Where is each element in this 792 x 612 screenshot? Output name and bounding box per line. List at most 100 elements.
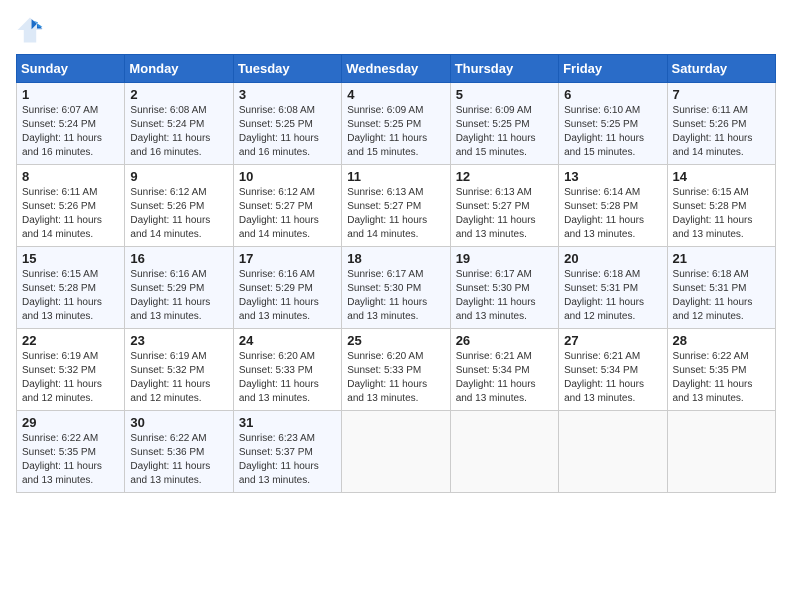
day-info: Sunrise: 6:13 AM Sunset: 5:27 PM Dayligh… bbox=[347, 186, 444, 242]
day-info: Sunrise: 6:22 AM Sunset: 5:35 PM Dayligh… bbox=[673, 350, 770, 406]
calendar-cell: 29Sunrise: 6:22 AM Sunset: 5:35 PM Dayli… bbox=[17, 411, 125, 493]
day-info: Sunrise: 6:11 AM Sunset: 5:26 PM Dayligh… bbox=[673, 104, 770, 160]
day-info: Sunrise: 6:19 AM Sunset: 5:32 PM Dayligh… bbox=[22, 350, 119, 406]
day-number: 7 bbox=[673, 87, 770, 102]
calendar-cell: 17 Sunrise: 6:16 AM Sunset: 5:29 PM Dayli… bbox=[233, 247, 341, 329]
day-number: 20 bbox=[564, 251, 661, 266]
day-header-tuesday: Tuesday bbox=[233, 55, 341, 83]
calendar-cell: 10 Sunrise: 6:12 AM Sunset: 5:27 PM Dayli… bbox=[233, 165, 341, 247]
calendar-cell: 8Sunrise: 6:11 AM Sunset: 5:26 PM Daylig… bbox=[17, 165, 125, 247]
calendar-cell bbox=[667, 411, 775, 493]
day-info: Sunrise: 6:15 AM Sunset: 5:28 PM Dayligh… bbox=[22, 268, 119, 324]
calendar-cell: 16 Sunrise: 6:16 AM Sunset: 5:29 PM Dayli… bbox=[125, 247, 233, 329]
day-number: 15 bbox=[22, 251, 119, 266]
day-number: 9 bbox=[130, 169, 227, 184]
calendar-cell: 22 Sunrise: 6:19 AM Sunset: 5:32 PM Dayli… bbox=[17, 329, 125, 411]
day-number: 14 bbox=[673, 169, 770, 184]
calendar-week-row: 15 Sunrise: 6:15 AM Sunset: 5:28 PM Dayli… bbox=[17, 247, 776, 329]
day-number: 5 bbox=[456, 87, 553, 102]
day-info: Sunrise: 6:17 AM Sunset: 5:30 PM Dayligh… bbox=[347, 268, 444, 324]
day-info: Sunrise: 6:15 AM Sunset: 5:28 PM Dayligh… bbox=[673, 186, 770, 242]
day-number: 19 bbox=[456, 251, 553, 266]
header bbox=[16, 16, 776, 44]
calendar-cell: 26 Sunrise: 6:21 AM Sunset: 5:34 PM Dayli… bbox=[450, 329, 558, 411]
day-info: Sunrise: 6:10 AM Sunset: 5:25 PM Dayligh… bbox=[564, 104, 661, 160]
day-number: 8 bbox=[22, 169, 119, 184]
day-info: Sunrise: 6:13 AM Sunset: 5:27 PM Dayligh… bbox=[456, 186, 553, 242]
calendar-cell: 25 Sunrise: 6:20 AM Sunset: 5:33 PM Dayli… bbox=[342, 329, 450, 411]
day-info: Sunrise: 6:20 AM Sunset: 5:33 PM Dayligh… bbox=[347, 350, 444, 406]
day-info: Sunrise: 6:23 AM Sunset: 5:37 PM Dayligh… bbox=[239, 432, 336, 488]
day-header-friday: Friday bbox=[559, 55, 667, 83]
calendar-header-row: SundayMondayTuesdayWednesdayThursdayFrid… bbox=[17, 55, 776, 83]
calendar-week-row: 1 Sunrise: 6:07 AM Sunset: 5:24 PM Daylig… bbox=[17, 83, 776, 165]
day-number: 6 bbox=[564, 87, 661, 102]
day-number: 28 bbox=[673, 333, 770, 348]
day-info: Sunrise: 6:16 AM Sunset: 5:29 PM Dayligh… bbox=[239, 268, 336, 324]
day-info: Sunrise: 6:07 AM Sunset: 5:24 PM Dayligh… bbox=[22, 104, 119, 160]
day-number: 18 bbox=[347, 251, 444, 266]
day-header-thursday: Thursday bbox=[450, 55, 558, 83]
day-number: 1 bbox=[22, 87, 119, 102]
day-header-monday: Monday bbox=[125, 55, 233, 83]
calendar-cell: 18 Sunrise: 6:17 AM Sunset: 5:30 PM Dayli… bbox=[342, 247, 450, 329]
calendar-cell: 20 Sunrise: 6:18 AM Sunset: 5:31 PM Dayli… bbox=[559, 247, 667, 329]
calendar-cell: 6 Sunrise: 6:10 AM Sunset: 5:25 PM Daylig… bbox=[559, 83, 667, 165]
day-info: Sunrise: 6:17 AM Sunset: 5:30 PM Dayligh… bbox=[456, 268, 553, 324]
day-info: Sunrise: 6:09 AM Sunset: 5:25 PM Dayligh… bbox=[456, 104, 553, 160]
day-number: 21 bbox=[673, 251, 770, 266]
day-number: 3 bbox=[239, 87, 336, 102]
day-number: 30 bbox=[130, 415, 227, 430]
day-number: 29 bbox=[22, 415, 119, 430]
calendar-cell: 4Sunrise: 6:09 AM Sunset: 5:25 PM Daylig… bbox=[342, 83, 450, 165]
calendar-cell: 28 Sunrise: 6:22 AM Sunset: 5:35 PM Dayli… bbox=[667, 329, 775, 411]
day-number: 16 bbox=[130, 251, 227, 266]
day-info: Sunrise: 6:21 AM Sunset: 5:34 PM Dayligh… bbox=[456, 350, 553, 406]
day-number: 23 bbox=[130, 333, 227, 348]
day-number: 4 bbox=[347, 87, 444, 102]
calendar-week-row: 22 Sunrise: 6:19 AM Sunset: 5:32 PM Dayli… bbox=[17, 329, 776, 411]
calendar-week-row: 29Sunrise: 6:22 AM Sunset: 5:35 PM Dayli… bbox=[17, 411, 776, 493]
day-info: Sunrise: 6:08 AM Sunset: 5:24 PM Dayligh… bbox=[130, 104, 227, 160]
day-number: 12 bbox=[456, 169, 553, 184]
day-header-saturday: Saturday bbox=[667, 55, 775, 83]
day-number: 17 bbox=[239, 251, 336, 266]
day-info: Sunrise: 6:12 AM Sunset: 5:26 PM Dayligh… bbox=[130, 186, 227, 242]
calendar-week-row: 8Sunrise: 6:11 AM Sunset: 5:26 PM Daylig… bbox=[17, 165, 776, 247]
calendar-body: 1 Sunrise: 6:07 AM Sunset: 5:24 PM Daylig… bbox=[17, 83, 776, 493]
day-header-sunday: Sunday bbox=[17, 55, 125, 83]
day-number: 10 bbox=[239, 169, 336, 184]
calendar: SundayMondayTuesdayWednesdayThursdayFrid… bbox=[16, 54, 776, 493]
day-header-wednesday: Wednesday bbox=[342, 55, 450, 83]
day-info: Sunrise: 6:18 AM Sunset: 5:31 PM Dayligh… bbox=[564, 268, 661, 324]
calendar-cell: 11 Sunrise: 6:13 AM Sunset: 5:27 PM Dayli… bbox=[342, 165, 450, 247]
day-number: 31 bbox=[239, 415, 336, 430]
calendar-cell: 31 Sunrise: 6:23 AM Sunset: 5:37 PM Dayli… bbox=[233, 411, 341, 493]
day-info: Sunrise: 6:20 AM Sunset: 5:33 PM Dayligh… bbox=[239, 350, 336, 406]
day-number: 13 bbox=[564, 169, 661, 184]
day-number: 11 bbox=[347, 169, 444, 184]
calendar-cell: 30Sunrise: 6:22 AM Sunset: 5:36 PM Dayli… bbox=[125, 411, 233, 493]
calendar-cell: 23 Sunrise: 6:19 AM Sunset: 5:32 PM Dayli… bbox=[125, 329, 233, 411]
day-info: Sunrise: 6:16 AM Sunset: 5:29 PM Dayligh… bbox=[130, 268, 227, 324]
calendar-cell: 19 Sunrise: 6:17 AM Sunset: 5:30 PM Dayli… bbox=[450, 247, 558, 329]
calendar-cell bbox=[559, 411, 667, 493]
calendar-cell: 15 Sunrise: 6:15 AM Sunset: 5:28 PM Dayli… bbox=[17, 247, 125, 329]
calendar-cell: 21Sunrise: 6:18 AM Sunset: 5:31 PM Dayli… bbox=[667, 247, 775, 329]
day-info: Sunrise: 6:08 AM Sunset: 5:25 PM Dayligh… bbox=[239, 104, 336, 160]
calendar-cell: 1 Sunrise: 6:07 AM Sunset: 5:24 PM Daylig… bbox=[17, 83, 125, 165]
logo-icon bbox=[16, 16, 44, 44]
calendar-cell: 3 Sunrise: 6:08 AM Sunset: 5:25 PM Daylig… bbox=[233, 83, 341, 165]
calendar-cell: 24Sunrise: 6:20 AM Sunset: 5:33 PM Dayli… bbox=[233, 329, 341, 411]
day-info: Sunrise: 6:12 AM Sunset: 5:27 PM Dayligh… bbox=[239, 186, 336, 242]
calendar-cell bbox=[450, 411, 558, 493]
day-number: 27 bbox=[564, 333, 661, 348]
calendar-cell: 7 Sunrise: 6:11 AM Sunset: 5:26 PM Daylig… bbox=[667, 83, 775, 165]
day-info: Sunrise: 6:19 AM Sunset: 5:32 PM Dayligh… bbox=[130, 350, 227, 406]
day-number: 2 bbox=[130, 87, 227, 102]
day-number: 26 bbox=[456, 333, 553, 348]
calendar-cell: 5 Sunrise: 6:09 AM Sunset: 5:25 PM Daylig… bbox=[450, 83, 558, 165]
day-number: 22 bbox=[22, 333, 119, 348]
day-number: 25 bbox=[347, 333, 444, 348]
day-info: Sunrise: 6:21 AM Sunset: 5:34 PM Dayligh… bbox=[564, 350, 661, 406]
